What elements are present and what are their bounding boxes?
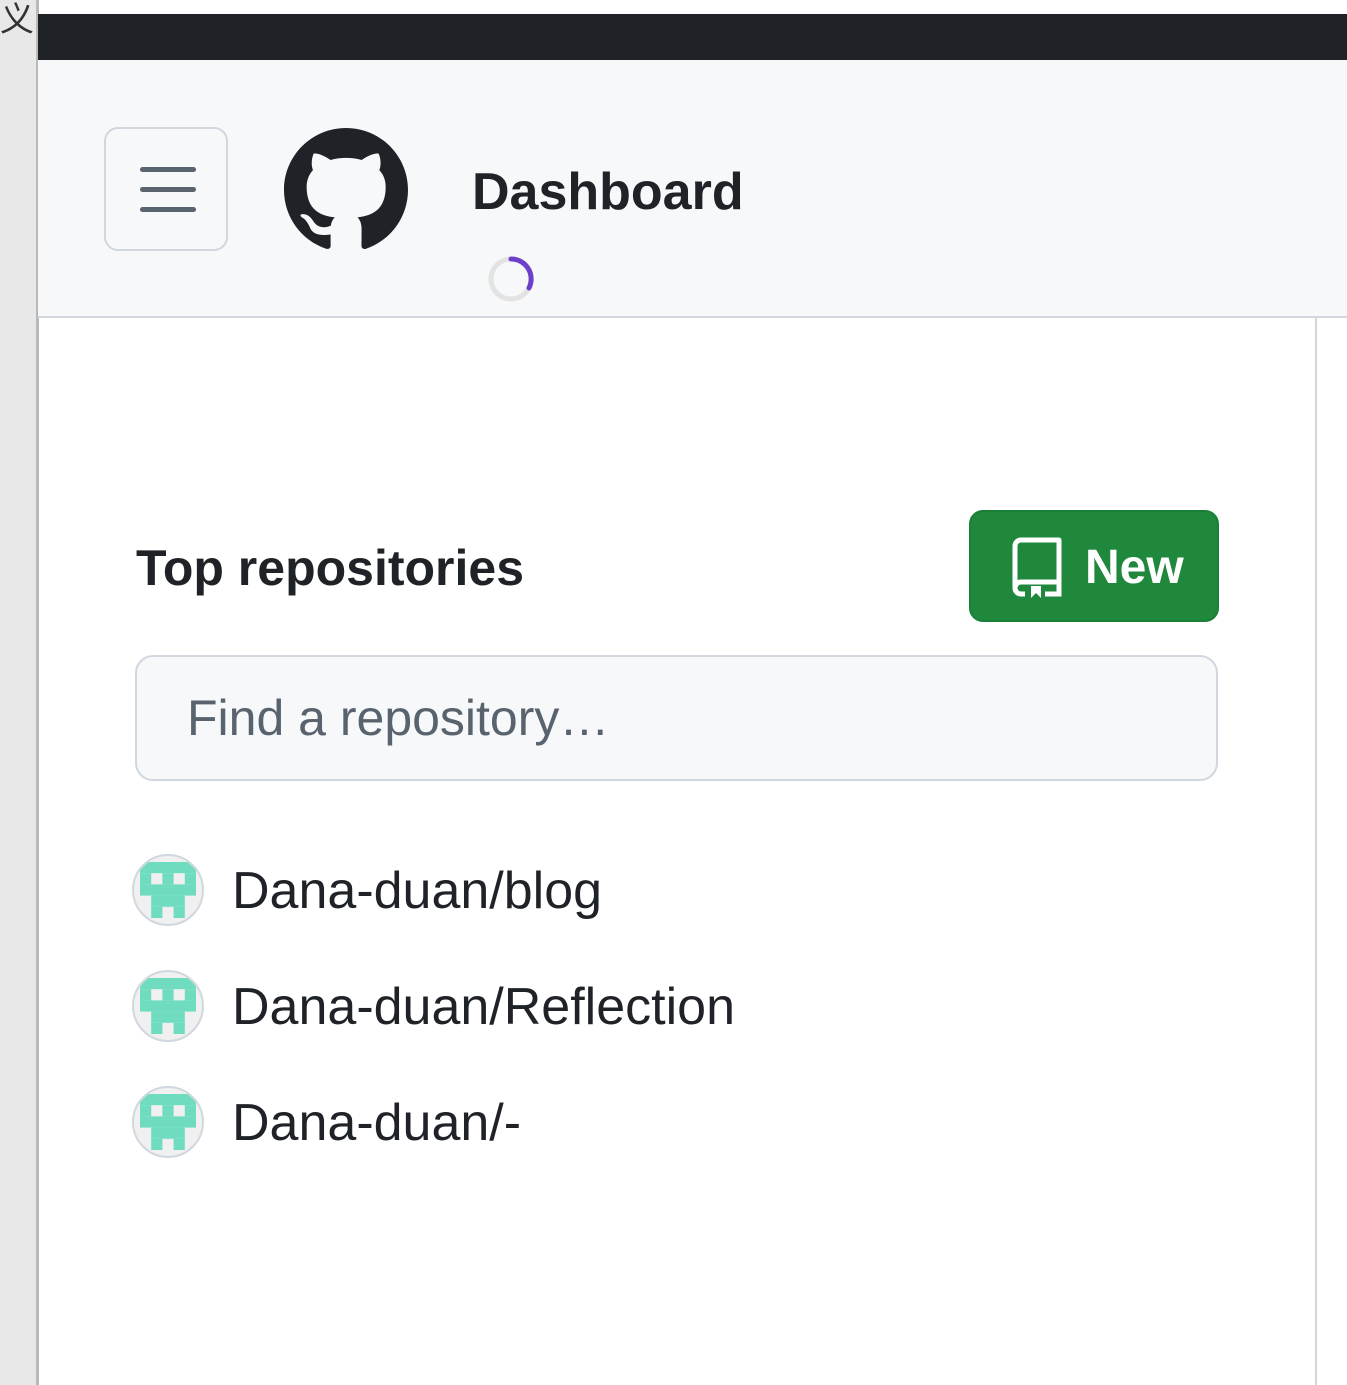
repository-list-item[interactable]: Dana-duan/- (130, 1082, 1230, 1198)
page-title: Dashboard (472, 163, 744, 221)
background-window-text: 义 (0, 0, 34, 40)
top-bar-tab (98, 14, 158, 28)
repository-link[interactable]: Dana-duan/- (232, 1088, 521, 1158)
repository-list-item[interactable]: Dana-duan/blog (130, 850, 1230, 966)
identicon-avatar-icon (140, 1094, 196, 1150)
app-header: Dashboard (38, 60, 1347, 318)
hamburger-icon (140, 167, 196, 172)
hamburger-icon-bar (140, 207, 196, 212)
repository-list-item[interactable]: Dana-duan/Reflection (130, 966, 1230, 1082)
avatar (132, 1086, 204, 1158)
new-button-label: New (1085, 541, 1184, 594)
new-repository-button[interactable]: New (969, 510, 1219, 622)
hamburger-menu-button[interactable] (104, 127, 228, 251)
repository-list: Dana-duan/blog Dana-duan/Reflection Dana… (130, 850, 1230, 1198)
panel-divider (1315, 318, 1317, 1385)
identicon-avatar-icon (140, 978, 196, 1034)
avatar (132, 854, 204, 926)
github-logo-icon[interactable] (284, 128, 408, 252)
avatar (132, 970, 204, 1042)
repo-icon (1012, 537, 1062, 598)
top-repositories-heading: Top repositories (136, 540, 525, 596)
repository-link[interactable]: Dana-duan/Reflection (232, 972, 735, 1042)
identicon-avatar-icon (140, 862, 196, 918)
repository-link[interactable]: Dana-duan/blog (232, 856, 602, 926)
background-window-strip (0, 0, 38, 1385)
hamburger-icon-bar (140, 187, 196, 192)
browser-top-bar (38, 14, 1347, 60)
find-repository-input[interactable] (135, 655, 1218, 781)
loading-spinner-icon (488, 256, 534, 302)
